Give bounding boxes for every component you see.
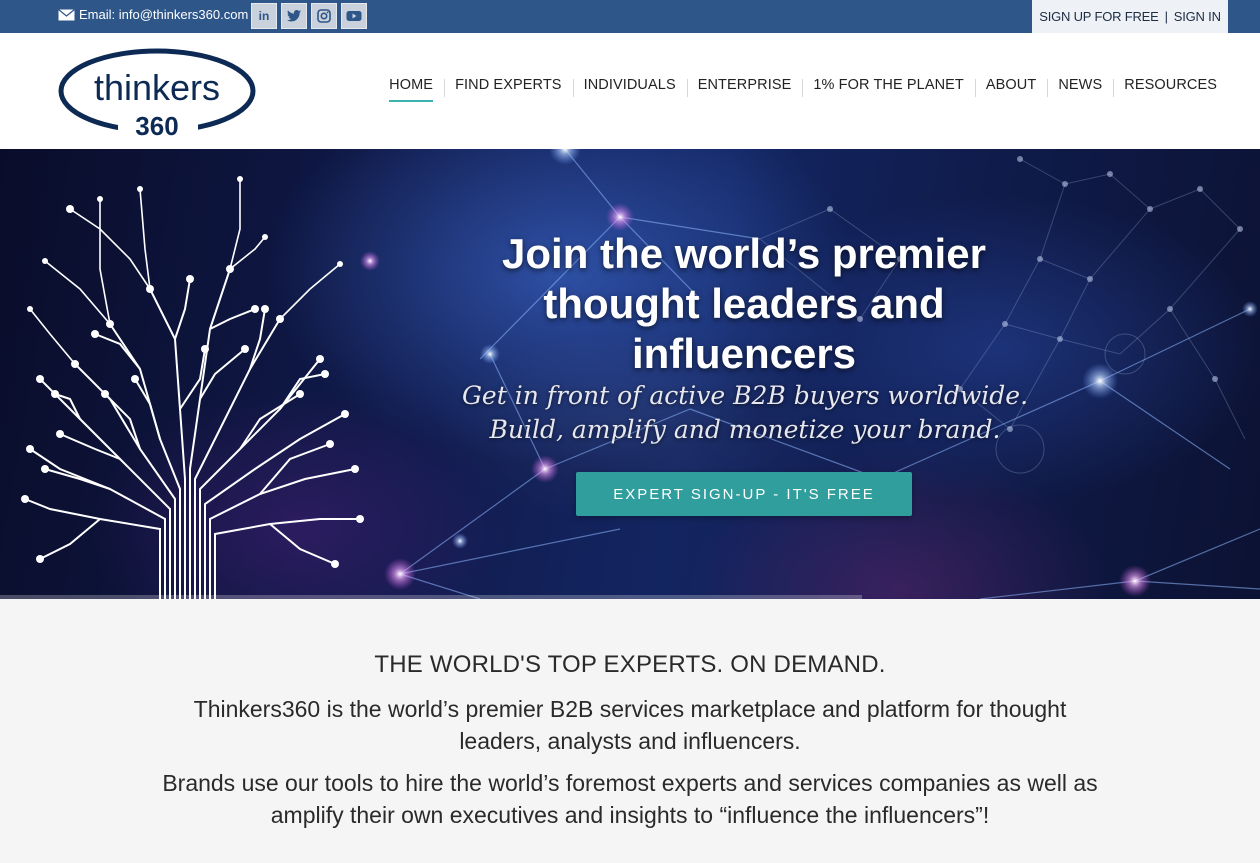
nav-enterprise[interactable]: ENTERPRISE [686, 77, 803, 97]
youtube-icon[interactable] [341, 3, 367, 29]
email-contact[interactable]: Email: info@thinkers360.com [58, 7, 248, 22]
nav-home[interactable]: HOME [378, 77, 444, 102]
youtube-play-icon [346, 11, 362, 21]
linkedin-icon[interactable]: in [251, 3, 277, 29]
nav-resources[interactable]: RESOURCES [1113, 77, 1228, 97]
intro-paragraph-2: Brands use our tools to hire the world’s… [162, 770, 1098, 828]
signin-link[interactable]: SIGN IN [1174, 9, 1221, 24]
nav-news[interactable]: NEWS [1047, 77, 1113, 97]
mail-icon [58, 8, 75, 20]
instagram-camera-icon [317, 9, 331, 23]
top-bar: Email: info@thinkers360.com in SIGN UP F [0, 0, 1260, 33]
intro-section: THE WORLD'S TOP EXPERTS. ON DEMAND. Thin… [0, 599, 1260, 863]
nav-about[interactable]: ABOUT [974, 77, 1047, 97]
logo-number: 360 [135, 111, 178, 137]
account-separator: | [1164, 9, 1168, 24]
expert-signup-button[interactable]: EXPERT SIGN-UP - IT'S FREE [576, 472, 912, 516]
account-links: SIGN UP FOR FREE | SIGN IN [1032, 0, 1228, 33]
instagram-icon[interactable] [311, 3, 337, 29]
twitter-icon[interactable] [281, 3, 307, 29]
linkedin-glyph: in [258, 9, 270, 23]
site-header: thinkers 360 HOME FIND EXPERTS INDIVIDUA… [0, 33, 1260, 149]
intro-heading: THE WORLD'S TOP EXPERTS. ON DEMAND. [374, 651, 886, 678]
social-links: in [251, 3, 367, 29]
email-text: Email: info@thinkers360.com [79, 7, 249, 22]
main-nav: HOME FIND EXPERTS INDIVIDUALS ENTERPRISE… [378, 77, 1228, 102]
thinkers360-logo[interactable]: thinkers 360 [58, 47, 258, 137]
signup-link[interactable]: SIGN UP FOR FREE [1039, 9, 1159, 24]
nav-one-percent-planet[interactable]: 1% FOR THE PLANET [802, 77, 975, 97]
hero-banner: Join the world’s premier thought leaders… [0, 149, 1260, 599]
twitter-bird-icon [287, 10, 301, 22]
nav-individuals[interactable]: INDIVIDUALS [572, 77, 687, 97]
logo-word: thinkers [94, 67, 220, 108]
nav-find-experts[interactable]: FIND EXPERTS [444, 77, 572, 97]
hero-title: Join the world’s premier thought leaders… [502, 230, 986, 377]
hero-subtitle: Get in front of active B2B buyers worldw… [461, 381, 1029, 444]
intro-paragraph-1: Thinkers360 is the world’s premier B2B s… [193, 696, 1067, 754]
